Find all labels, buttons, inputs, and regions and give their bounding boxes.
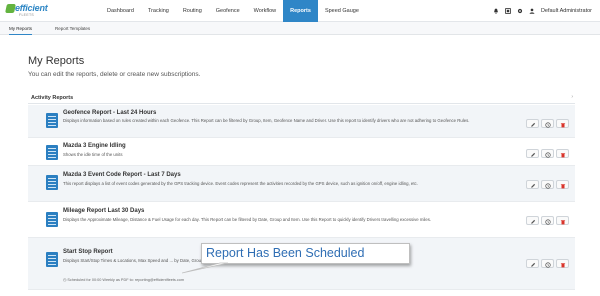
nav-workflow[interactable]: Workflow	[247, 0, 284, 22]
clock-icon	[544, 212, 551, 230]
edit-button[interactable]	[526, 119, 539, 128]
edit-button[interactable]	[526, 216, 539, 225]
trash-icon	[560, 176, 566, 194]
topbar-actions: Default Administrator	[493, 0, 592, 22]
report-document-icon	[46, 145, 58, 160]
tab-my-reports[interactable]: My Reports	[9, 22, 33, 35]
page-title: My Reports	[28, 55, 85, 67]
report-row: Mazda 3 Event Code Report - Last 7 Days …	[28, 166, 575, 202]
collapse-caret-icon[interactable]: ›	[571, 94, 573, 100]
report-row: Mazda 3 Engine Idling Shows the idle tim…	[28, 138, 575, 166]
delete-button[interactable]	[556, 259, 569, 268]
scheduled-callout: Report Has Been Scheduled	[201, 243, 410, 264]
report-document-icon	[46, 113, 58, 128]
nav-geofence[interactable]: Geofence	[209, 0, 247, 22]
edit-icon	[530, 212, 536, 230]
clock-icon	[544, 115, 551, 133]
schedule-text: Scheduled for 00:00 Weekly as PDF to: re…	[67, 278, 185, 282]
trash-icon	[560, 255, 566, 273]
report-document-icon	[46, 175, 58, 190]
panel-header[interactable]: Activity Reports ›	[28, 92, 575, 104]
logo-tagline: FLEETS	[19, 13, 35, 17]
delete-button[interactable]	[556, 180, 569, 189]
schedule-button[interactable]	[541, 180, 554, 189]
schedule-button[interactable]	[541, 119, 554, 128]
top-navbar: efficient FLEETS Dashboard Tracking Rout…	[0, 0, 600, 22]
report-actions	[526, 149, 569, 158]
report-document-icon	[46, 212, 58, 227]
report-title[interactable]: Geofence Report - Last 24 Hours	[63, 110, 156, 116]
report-row: Geofence Report - Last 24 Hours Displays…	[28, 105, 575, 138]
nav-speed-gauge[interactable]: Speed Gauge	[318, 0, 366, 22]
callout-text: Report Has Been Scheduled	[206, 246, 365, 260]
grid-icon[interactable]	[505, 8, 511, 14]
user-menu-label[interactable]: Default Administrator	[541, 8, 592, 14]
report-title[interactable]: Mazda 3 Engine Idling	[63, 143, 126, 149]
report-title[interactable]: Start Stop Report	[63, 249, 113, 255]
panel-title: Activity Reports	[31, 95, 74, 101]
clock-icon: ◷	[63, 278, 67, 282]
edit-button[interactable]	[526, 149, 539, 158]
trash-icon	[560, 212, 566, 230]
nav-dashboard[interactable]: Dashboard	[100, 0, 141, 22]
report-row: Mileage Report Last 30 Days Displays the…	[28, 202, 575, 238]
report-actions	[526, 119, 569, 128]
bell-icon[interactable]	[493, 8, 499, 14]
report-title[interactable]: Mileage Report Last 30 Days	[63, 208, 144, 214]
edit-icon	[530, 145, 536, 163]
delete-button[interactable]	[556, 149, 569, 158]
nav-routing[interactable]: Routing	[176, 0, 209, 22]
edit-icon	[530, 115, 536, 133]
schedule-info: ◷ Scheduled for 00:00 Weekly as PDF to: …	[63, 277, 184, 282]
trash-icon	[560, 115, 566, 133]
delete-button[interactable]	[556, 216, 569, 225]
efficient-fleets-logo[interactable]: efficient FLEETS	[5, 3, 48, 19]
edit-icon	[530, 255, 536, 273]
report-document-icon	[46, 252, 58, 267]
logo-wordmark: efficient	[15, 3, 48, 13]
tab-report-templates[interactable]: Report Templates	[55, 22, 90, 35]
report-description: Shows the idle time of the units	[63, 152, 123, 157]
clock-icon	[544, 176, 551, 194]
gear-icon[interactable]	[517, 8, 523, 14]
user-icon[interactable]	[529, 8, 535, 14]
trash-icon	[560, 145, 566, 163]
main-nav: Dashboard Tracking Routing Geofence Work…	[100, 0, 366, 22]
clock-icon	[544, 145, 551, 163]
delete-button[interactable]	[556, 119, 569, 128]
nav-reports[interactable]: Reports	[283, 0, 318, 22]
schedule-button[interactable]	[541, 259, 554, 268]
edit-icon	[530, 176, 536, 194]
report-title[interactable]: Mazda 3 Event Code Report - Last 7 Days	[63, 172, 181, 178]
report-description: This report displays a list of event cod…	[63, 181, 418, 186]
report-description: Displays the Approximate Mileage, Distan…	[63, 217, 432, 222]
edit-button[interactable]	[526, 180, 539, 189]
activity-reports-panel: Activity Reports › Geofence Report - Las…	[28, 92, 575, 296]
page-subtitle: You can edit the reports, delete or crea…	[28, 71, 201, 78]
schedule-button[interactable]	[541, 149, 554, 158]
schedule-button[interactable]	[541, 216, 554, 225]
report-actions	[526, 259, 569, 268]
clock-icon	[544, 255, 551, 273]
report-description: Displays information based on rules crea…	[63, 118, 470, 123]
report-actions	[526, 216, 569, 225]
reports-subnav: My Reports Report Templates	[0, 22, 600, 35]
nav-tracking[interactable]: Tracking	[141, 0, 176, 22]
callout-pointer-icon	[182, 262, 228, 274]
report-actions	[526, 180, 569, 189]
edit-button[interactable]	[526, 259, 539, 268]
